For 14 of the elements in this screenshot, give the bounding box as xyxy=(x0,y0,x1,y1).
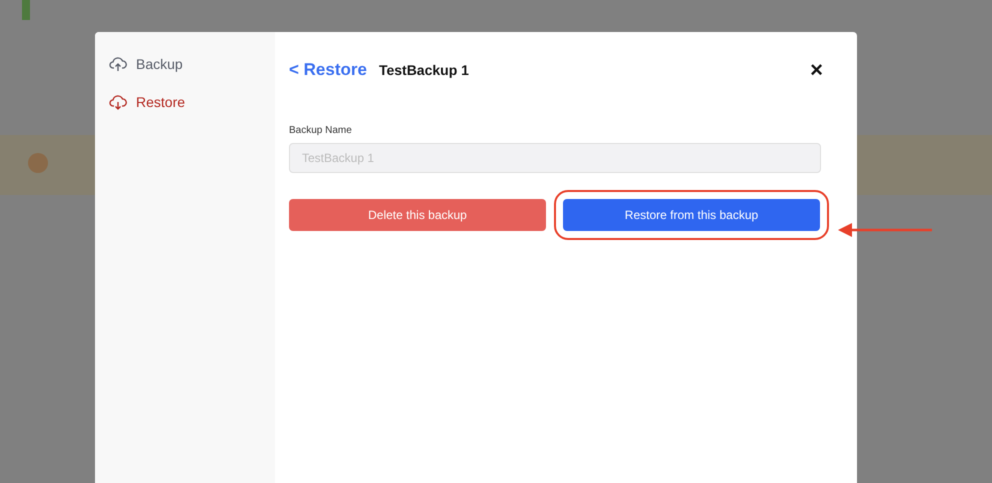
cloud-upload-icon xyxy=(109,56,127,72)
cloud-download-icon xyxy=(109,94,127,110)
delete-button[interactable]: Delete this backup xyxy=(289,199,546,231)
dialog-title: TestBackup 1 xyxy=(378,62,469,78)
sidebar-item-label: Backup xyxy=(136,56,183,72)
sidebar-item[interactable]: Restore xyxy=(109,88,275,116)
warning-icon xyxy=(28,153,48,173)
sidebar-item[interactable]: Backup xyxy=(109,50,275,78)
field-label: Backup Name xyxy=(289,125,353,136)
back-link[interactable]: < Restore xyxy=(289,60,367,80)
status-indicator xyxy=(22,0,30,20)
sidebar-item-label: Restore xyxy=(136,94,186,110)
close-button[interactable]: × xyxy=(810,60,823,80)
restore-button[interactable]: Restore from this backup xyxy=(563,199,820,231)
